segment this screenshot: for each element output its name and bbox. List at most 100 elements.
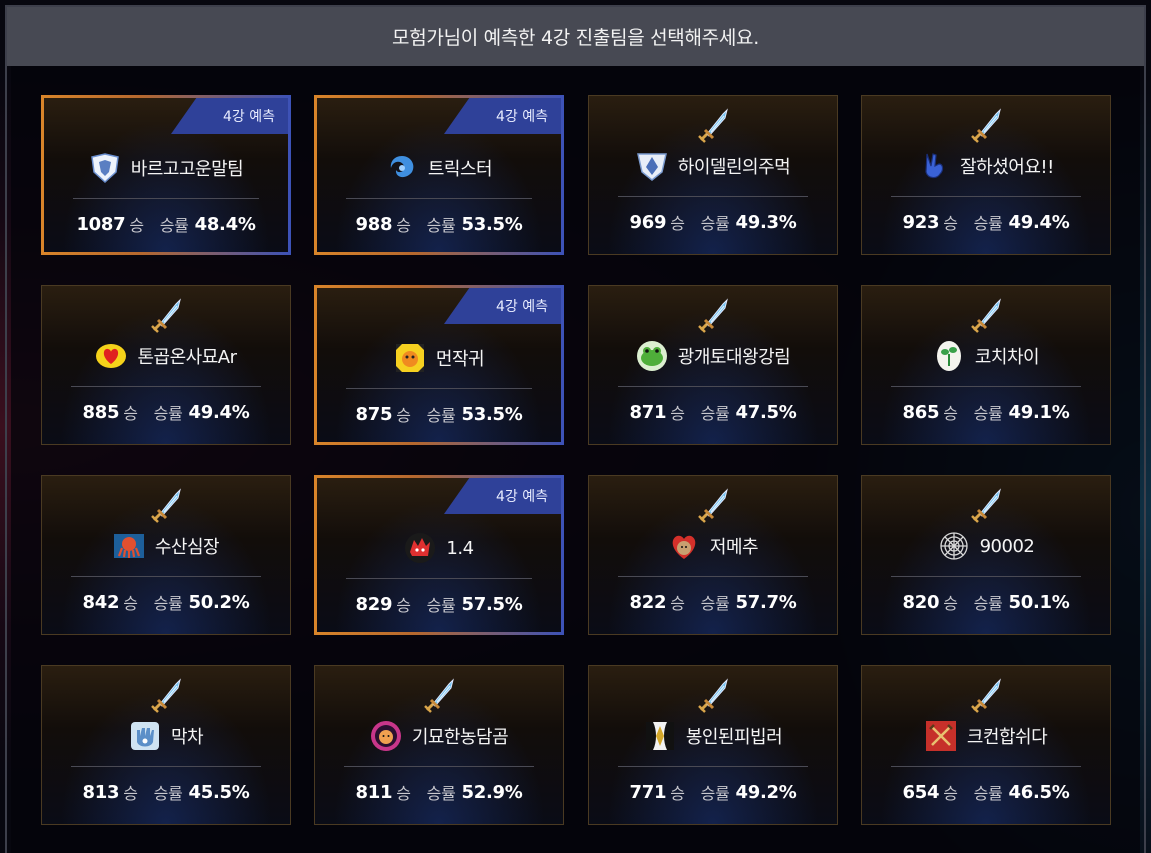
team-name: 톤곱온사묘Ar <box>137 347 237 368</box>
win-rate-label: 승률 <box>153 404 183 423</box>
victory-hand-icon <box>918 150 950 182</box>
win-rate-label: 승률 <box>700 594 730 613</box>
sword-rank-icon <box>150 488 182 524</box>
win-rate-label: 승률 <box>426 784 456 803</box>
team-stats: 871 승 승률 47.5% <box>589 394 837 430</box>
team-card[interactable]: 크컨합쉬다 654 승 승률 46.5% <box>861 665 1111 825</box>
sword-rank-icon <box>970 298 1002 334</box>
team-card[interactable]: 수산심장 842 승 승률 50.2% <box>41 475 291 635</box>
team-name: 코치차이 <box>974 347 1040 368</box>
team-card[interactable]: 잘하셨어요!! 923 승 승률 49.4% <box>861 95 1111 255</box>
wins-count: 654 <box>902 781 940 803</box>
win-rate-label: 승률 <box>426 216 456 235</box>
team-card[interactable]: 광개토대왕강림 871 승 승률 47.5% <box>588 285 838 445</box>
team-name: 트릭스터 <box>427 159 493 180</box>
win-rate-label: 승률 <box>973 404 1003 423</box>
card-divider <box>346 578 532 579</box>
card-divider <box>344 766 534 767</box>
team-stats: 1087 승 승률 48.4% <box>44 206 288 242</box>
win-rate-value: 53.5% <box>461 403 523 425</box>
wins-unit: 승 <box>396 406 411 425</box>
heart-emblem-icon <box>95 340 127 372</box>
wins-unit: 승 <box>670 404 685 423</box>
team-identity: 먼작귀 <box>317 338 561 378</box>
win-rate-label: 승률 <box>973 214 1003 233</box>
win-rate-value: 49.4% <box>1008 211 1070 233</box>
win-rate-label: 승률 <box>700 784 730 803</box>
card-divider <box>891 386 1081 387</box>
wins-unit: 승 <box>123 594 138 613</box>
team-card[interactable]: 90002 820 승 승률 50.1% <box>861 475 1111 635</box>
web-emblem-icon <box>938 530 970 562</box>
win-rate-value: 53.5% <box>461 213 523 235</box>
sword-rank-icon <box>697 298 729 334</box>
team-card[interactable]: 톤곱온사묘Ar 885 승 승률 49.4% <box>41 285 291 445</box>
win-rate-value: 49.4% <box>188 401 250 423</box>
octopus-emblem-icon <box>113 530 145 562</box>
team-name: 수산심장 <box>154 537 220 558</box>
wins-count: 871 <box>629 401 667 423</box>
card-divider <box>618 386 808 387</box>
team-card[interactable]: 기묘한농담곰 811 승 승률 52.9% <box>314 665 564 825</box>
sword-rank-icon <box>697 488 729 524</box>
team-card[interactable]: 코치차이 865 승 승률 49.1% <box>861 285 1111 445</box>
card-divider <box>891 766 1081 767</box>
win-rate-value: 57.5% <box>461 593 523 615</box>
wins-unit: 승 <box>943 214 958 233</box>
wins-count: 811 <box>355 781 393 803</box>
win-rate-label: 승률 <box>426 406 456 425</box>
team-card[interactable]: 4강 예측 먼작귀 875 승 승률 53.5% <box>314 285 564 445</box>
team-stats: 771 승 승률 49.2% <box>589 774 837 810</box>
team-stats: 654 승 승률 46.5% <box>862 774 1110 810</box>
team-identity: 90002 <box>862 526 1110 566</box>
team-identity: 톤곱온사묘Ar <box>42 336 290 376</box>
frog-emblem-icon <box>636 340 668 372</box>
wins-count: 820 <box>902 591 940 613</box>
team-stats: 885 승 승률 49.4% <box>42 394 290 430</box>
prediction-badge: 4강 예측 <box>444 478 561 514</box>
sword-rank-icon <box>970 488 1002 524</box>
team-card[interactable]: 막차 813 승 승률 45.5% <box>41 665 291 825</box>
team-card[interactable]: 봉인된피빕러 771 승 승률 49.2% <box>588 665 838 825</box>
win-rate-label: 승률 <box>700 214 730 233</box>
swirl-emblem-icon <box>386 152 418 184</box>
team-stats: 811 승 승률 52.9% <box>315 774 563 810</box>
win-rate-value: 52.9% <box>461 781 523 803</box>
wins-count: 842 <box>82 591 120 613</box>
team-card[interactable]: 4강 예측 1.4 829 승 승률 57.5% <box>314 475 564 635</box>
sword-rank-icon <box>970 678 1002 714</box>
wins-unit: 승 <box>123 404 138 423</box>
wins-unit: 승 <box>943 784 958 803</box>
team-card[interactable]: 하이델린의주먹 969 승 승률 49.3% <box>588 95 838 255</box>
sword-rank-icon <box>697 108 729 144</box>
card-divider <box>618 576 808 577</box>
team-stats: 822 승 승률 57.7% <box>589 584 837 620</box>
team-card[interactable]: 4강 예측 트릭스터 988 승 승률 53.5% <box>314 95 564 255</box>
wins-count: 822 <box>629 591 667 613</box>
team-identity: 봉인된피빕러 <box>589 716 837 756</box>
wins-count: 865 <box>902 401 940 423</box>
sealed-diamond-emblem-icon <box>644 720 676 752</box>
team-card[interactable]: 저메추 822 승 승률 57.7% <box>588 475 838 635</box>
prediction-badge: 4강 예측 <box>171 98 288 134</box>
wins-unit: 승 <box>943 404 958 423</box>
card-divider <box>618 766 808 767</box>
crossed-swords-emblem-icon <box>925 720 957 752</box>
team-identity: 광개토대왕강림 <box>589 336 837 376</box>
wins-unit: 승 <box>670 594 685 613</box>
win-rate-value: 48.4% <box>194 213 256 235</box>
team-identity: 잘하셨어요!! <box>862 146 1110 186</box>
team-card[interactable]: 4강 예측 바르고고운말팀 1087 승 승률 48.4% <box>41 95 291 255</box>
team-identity: 하이델린의주먹 <box>589 146 837 186</box>
wins-count: 988 <box>355 213 393 235</box>
team-identity: 바르고고운말팀 <box>44 148 288 188</box>
win-rate-label: 승률 <box>153 784 183 803</box>
win-rate-label: 승률 <box>700 404 730 423</box>
wins-count: 885 <box>82 401 120 423</box>
shield-emblem-icon <box>89 152 121 184</box>
team-name: 광개토대왕강림 <box>677 347 791 368</box>
win-rate-value: 57.7% <box>735 591 797 613</box>
team-stats: 829 승 승률 57.5% <box>317 586 561 622</box>
wins-count: 829 <box>355 593 393 615</box>
team-identity: 트릭스터 <box>317 148 561 188</box>
